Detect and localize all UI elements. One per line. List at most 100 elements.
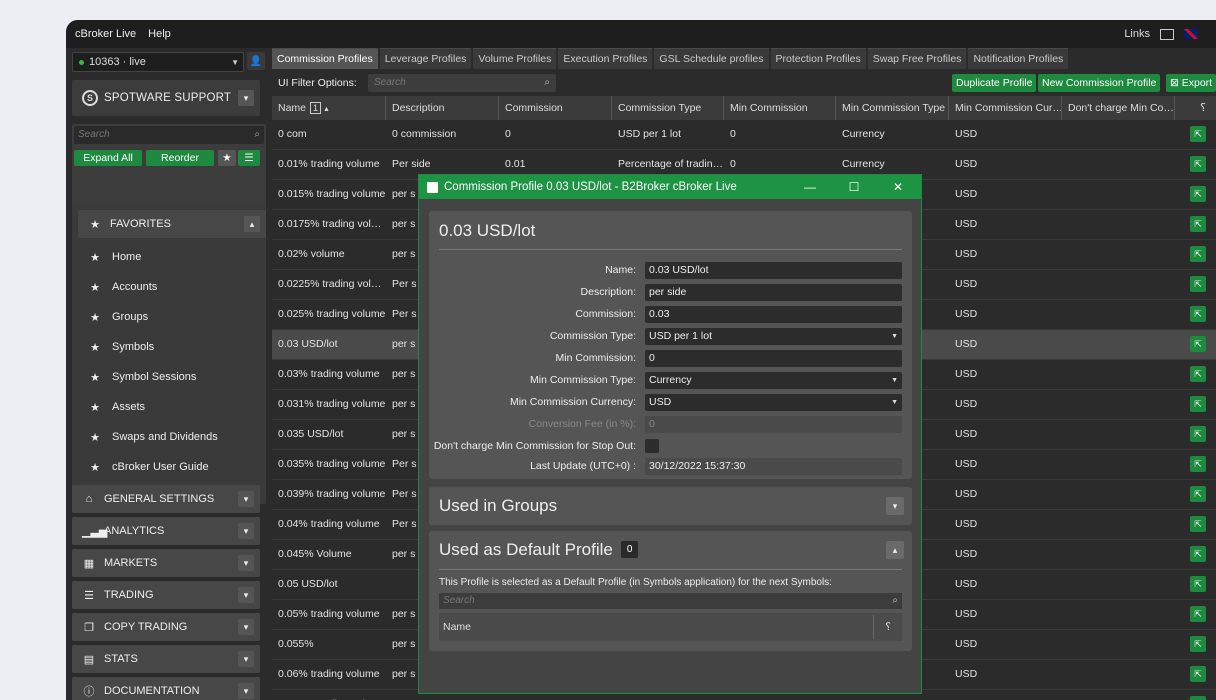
- links-menu[interactable]: Links: [1124, 28, 1150, 40]
- open-profile-icon[interactable]: ⇱: [1190, 126, 1206, 142]
- section-markets[interactable]: ▦ MARKETS ▾: [72, 549, 260, 577]
- sidebar-item-symbols[interactable]: ★ Symbols: [88, 332, 154, 362]
- open-profile-icon[interactable]: ⇱: [1190, 456, 1206, 472]
- open-profile-icon[interactable]: ⇱: [1190, 306, 1206, 322]
- open-profile-icon[interactable]: ⇱: [1190, 696, 1206, 700]
- chevron-down-icon[interactable]: ▾: [238, 619, 254, 635]
- open-profile-icon[interactable]: ⇱: [1190, 216, 1206, 232]
- sidebar-item-accounts[interactable]: ★ Accounts: [88, 272, 157, 302]
- chevron-down-icon[interactable]: ▾: [238, 587, 254, 603]
- open-profile-icon[interactable]: ⇱: [1190, 516, 1206, 532]
- chevron-down-icon[interactable]: ▾: [238, 555, 254, 571]
- column-header-label: Don't charge Min Co…: [1068, 102, 1174, 114]
- sidebar-item-groups[interactable]: ★ Groups: [88, 302, 148, 332]
- duplicate-profile-button[interactable]: Duplicate Profile: [952, 74, 1037, 92]
- filter-search-input[interactable]: Search ⌕: [368, 74, 556, 92]
- column-chooser-icon[interactable]: ⸮: [873, 615, 902, 639]
- chevron-down-icon[interactable]: ▾: [238, 491, 254, 507]
- minimize-icon[interactable]: —: [799, 175, 821, 199]
- open-profile-icon[interactable]: ⇱: [1190, 546, 1206, 562]
- min-commission-type-select[interactable]: Currency ▼: [645, 372, 902, 389]
- min-commission-input[interactable]: 0: [645, 350, 902, 367]
- table-cell: 0.01% trading volume: [278, 158, 380, 170]
- section-documentation[interactable]: ⓘ DOCUMENTATION ▾: [72, 677, 260, 700]
- open-profile-icon[interactable]: ⇱: [1190, 156, 1206, 172]
- open-profile-icon[interactable]: ⇱: [1190, 336, 1206, 352]
- tab-swap-free-profiles[interactable]: Swap Free Profiles: [867, 48, 967, 69]
- menu-help[interactable]: Help: [148, 28, 171, 40]
- name-column-header[interactable]: Name: [443, 621, 471, 633]
- column-header[interactable]: Description: [386, 96, 499, 120]
- sidebar-item-symbol-sessions[interactable]: ★ Symbol Sessions: [88, 362, 196, 392]
- tab-execution-profiles[interactable]: Execution Profiles: [558, 48, 653, 69]
- section-trading[interactable]: ☰ TRADING ▾: [72, 581, 260, 609]
- open-profile-icon[interactable]: ⇱: [1190, 576, 1206, 592]
- column-header[interactable]: Commission: [499, 96, 612, 120]
- column-header[interactable]: Don't charge Min Co…: [1062, 96, 1175, 120]
- chevron-down-icon[interactable]: ▾: [238, 651, 254, 667]
- list-icon[interactable]: ☰: [238, 150, 260, 166]
- tab-volume-profiles[interactable]: Volume Profiles: [473, 48, 557, 69]
- commission-input[interactable]: 0.03: [645, 306, 902, 323]
- column-header[interactable]: Name 1 ▲: [272, 96, 386, 120]
- close-icon[interactable]: ✕: [887, 175, 909, 199]
- sidebar-item-swaps[interactable]: ★ Swaps and Dividends: [88, 422, 218, 452]
- tab-notification-profiles[interactable]: Notification Profiles: [968, 48, 1069, 69]
- column-header[interactable]: Min Commission: [724, 96, 836, 120]
- export-button[interactable]: ⊠ Export: [1166, 74, 1216, 92]
- dialog-titlebar[interactable]: Commission Profile 0.03 USD/lot - B2Brok…: [419, 175, 921, 199]
- sidebar-item-home[interactable]: ★ Home: [88, 242, 141, 272]
- open-profile-icon[interactable]: ⇱: [1190, 276, 1206, 292]
- commission-type-select[interactable]: USD per 1 lot ▼: [645, 328, 902, 345]
- star-icon[interactable]: ★: [218, 150, 236, 166]
- column-header[interactable]: Min Commission Type: [836, 96, 949, 120]
- open-profile-icon[interactable]: ⇱: [1190, 606, 1206, 622]
- user-icon[interactable]: 👤: [247, 52, 265, 70]
- open-profile-icon[interactable]: ⇱: [1190, 186, 1206, 202]
- open-profile-icon[interactable]: ⇱: [1190, 396, 1206, 412]
- sidebar-search-input[interactable]: Search ⌕: [74, 126, 264, 144]
- section-favorites[interactable]: ★ FAVORITES ▴: [78, 210, 266, 238]
- layout-icon[interactable]: [1160, 28, 1174, 40]
- account-select[interactable]: 10363 · live ▼: [72, 52, 244, 72]
- open-profile-icon[interactable]: ⇱: [1190, 486, 1206, 502]
- min-commission-currency-select[interactable]: USD ▼: [645, 394, 902, 411]
- uk-flag-icon[interactable]: [1184, 29, 1198, 39]
- used-in-groups-panel[interactable]: Used in Groups ▾: [429, 487, 912, 525]
- open-profile-icon[interactable]: ⇱: [1190, 366, 1206, 382]
- tab-gsl-schedule-profiles[interactable]: GSL Schedule profiles: [654, 48, 769, 69]
- column-chooser-icon[interactable]: ⸮: [1200, 96, 1206, 120]
- chevron-up-icon[interactable]: ▴: [244, 216, 260, 232]
- maximize-icon[interactable]: ☐: [843, 175, 865, 199]
- chevron-down-icon[interactable]: ▾: [238, 683, 254, 699]
- open-profile-icon[interactable]: ⇱: [1190, 246, 1206, 262]
- chevron-down-icon[interactable]: ▾: [886, 497, 904, 515]
- expand-all-button[interactable]: Expand All: [74, 150, 142, 166]
- column-header[interactable]: Commission Type: [612, 96, 724, 120]
- description-input[interactable]: per side: [645, 284, 902, 301]
- tab-leverage-profiles[interactable]: Leverage Profiles: [379, 48, 472, 69]
- sidebar-item-assets[interactable]: ★ Assets: [88, 392, 145, 422]
- column-header[interactable]: Min Commission Cur…: [949, 96, 1062, 120]
- name-input[interactable]: 0.03 USD/lot: [645, 262, 902, 279]
- commission-profile-dialog: Commission Profile 0.03 USD/lot - B2Brok…: [418, 174, 922, 694]
- menu-app[interactable]: cBroker Live: [75, 28, 136, 40]
- stop-out-checkbox[interactable]: [645, 439, 659, 453]
- tab-protection-profiles[interactable]: Protection Profiles: [770, 48, 866, 69]
- table-row[interactable]: 0 com 0 commission 0 USD per 1 lot 0 Currency…: [272, 120, 1216, 150]
- section-general-settings[interactable]: ⌂ GENERAL SETTINGS ▾: [72, 485, 260, 513]
- new-commission-profile-button[interactable]: New Commission Profile: [1038, 74, 1161, 92]
- section-stats[interactable]: ▤ STATS ▾: [72, 645, 260, 673]
- open-profile-icon[interactable]: ⇱: [1190, 636, 1206, 652]
- chevron-down-icon[interactable]: ▾: [238, 90, 254, 106]
- section-analytics[interactable]: ▁▃▅ ANALYTICS ▾: [72, 517, 260, 545]
- tab-commission-profiles[interactable]: Commission Profiles: [272, 48, 378, 69]
- org-header[interactable]: S SPOTWARE SUPPORT ▾: [72, 80, 260, 116]
- default-search-input[interactable]: Search ⌕: [439, 593, 902, 609]
- sidebar-item-user-guide[interactable]: ★ cBroker User Guide: [88, 452, 209, 482]
- open-profile-icon[interactable]: ⇱: [1190, 426, 1206, 442]
- reorder-button[interactable]: Reorder: [146, 150, 214, 166]
- chevron-up-icon[interactable]: ▴: [886, 541, 904, 559]
- chevron-down-icon[interactable]: ▾: [238, 523, 254, 539]
- section-copy-trading[interactable]: ❐ COPY TRADING ▾: [72, 613, 260, 641]
